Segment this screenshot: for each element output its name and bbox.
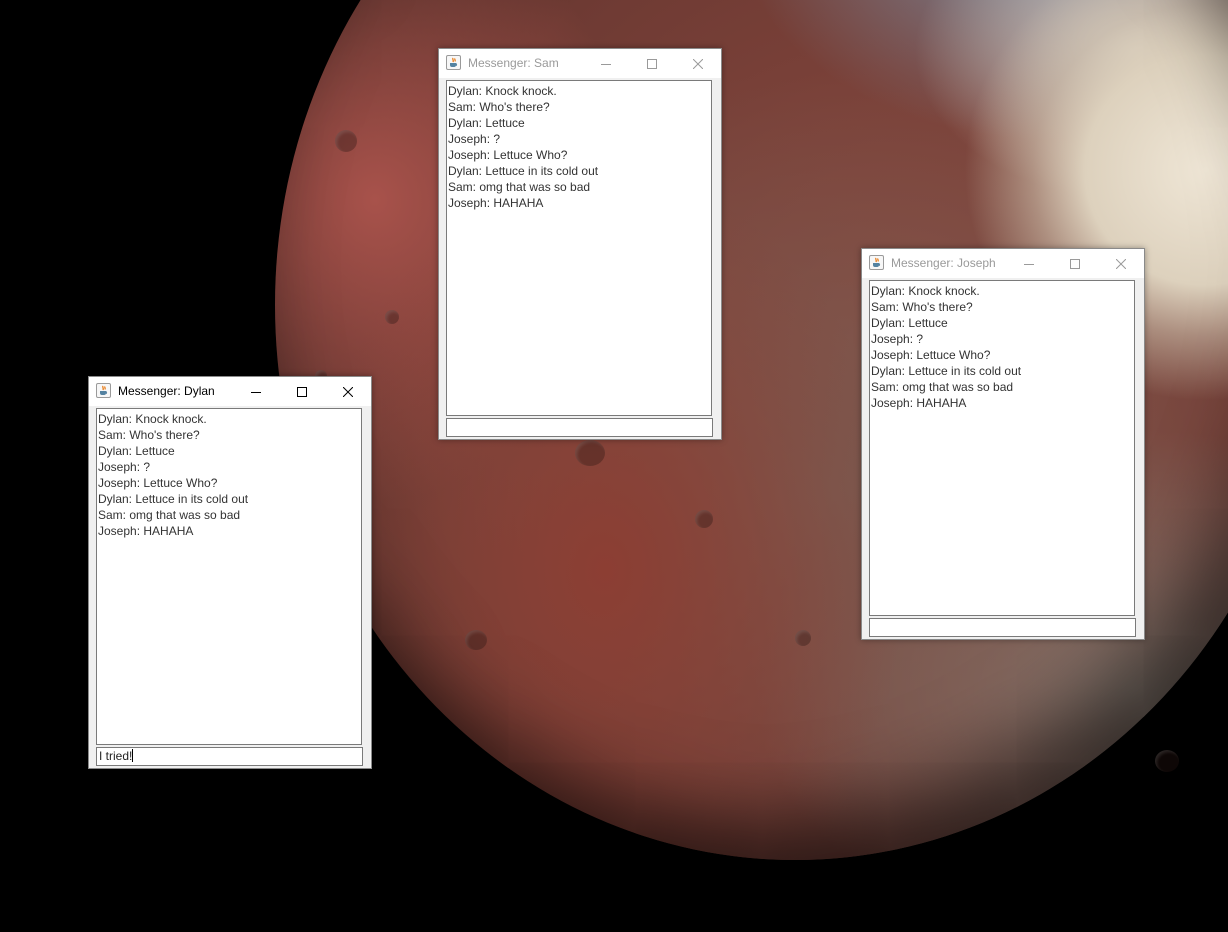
chat-message: Dylan: Lettuce in its cold out [98,492,249,506]
title-bar[interactable]: Messenger: Dylan [89,377,371,406]
minimize-button[interactable] [583,49,629,78]
minimize-icon [1024,263,1034,265]
window-title: Messenger: Dylan [118,384,215,398]
chat-message: Sam: omg that was so bad [871,380,1014,394]
window-title: Messenger: Joseph [891,256,996,270]
messenger-window-joseph[interactable]: Messenger: Joseph Dylan: Knock knock. Sa… [861,248,1145,640]
maximize-button[interactable] [279,377,325,406]
chat-message: Sam: omg that was so bad [448,180,591,194]
chat-message: Dylan: Knock knock. [98,412,207,426]
messenger-window-dylan[interactable]: Messenger: Dylan Dylan: Knock knock. Sam… [88,376,372,769]
maximize-button[interactable] [1052,249,1098,278]
message-input-value: I tried! [99,749,133,763]
chat-message: Joseph: ? [871,332,924,346]
message-input[interactable] [446,418,713,437]
minimize-icon [251,391,261,393]
chat-message: Joseph: Lettuce Who? [448,148,568,162]
chat-log[interactable]: Dylan: Knock knock. Sam: Who's there? Dy… [96,408,362,745]
close-icon [693,58,703,69]
chat-log[interactable]: Dylan: Knock knock. Sam: Who's there? Dy… [446,80,712,416]
window-title: Messenger: Sam [468,56,559,70]
minimize-icon [601,63,611,65]
message-input[interactable]: I tried! [96,747,363,766]
close-icon [1116,258,1126,269]
close-button[interactable] [325,377,371,406]
java-cup-icon[interactable] [96,383,111,398]
maximize-button[interactable] [629,49,675,78]
chat-message: Joseph: Lettuce Who? [871,348,991,362]
chat-message: Sam: Who's there? [98,428,200,442]
minimize-button[interactable] [1006,249,1052,278]
chat-message: Dylan: Knock knock. [448,84,557,98]
chat-message: Joseph: HAHAHA [448,196,544,210]
chat-message: Dylan: Lettuce [98,444,175,458]
text-caret [132,749,134,762]
close-button[interactable] [1098,249,1144,278]
chat-message: Sam: Who's there? [871,300,973,314]
maximize-icon [1070,258,1080,269]
chat-message: Dylan: Lettuce in its cold out [871,364,1022,378]
chat-message: Joseph: ? [98,460,151,474]
minimize-button[interactable] [233,377,279,406]
chat-log[interactable]: Dylan: Knock knock. Sam: Who's there? Dy… [869,280,1135,616]
chat-message: Joseph: HAHAHA [98,524,194,538]
chat-message: Dylan: Lettuce [871,316,948,330]
maximize-icon [297,386,307,397]
close-icon [343,386,353,397]
chat-message: Dylan: Knock knock. [871,284,980,298]
chat-message: Sam: omg that was so bad [98,508,241,522]
java-cup-icon[interactable] [869,255,884,270]
chat-message: Dylan: Lettuce in its cold out [448,164,599,178]
java-cup-icon[interactable] [446,55,461,70]
title-bar[interactable]: Messenger: Sam [439,49,721,78]
chat-message: Joseph: Lettuce Who? [98,476,218,490]
chat-message: Joseph: HAHAHA [871,396,967,410]
message-input[interactable] [869,618,1136,637]
close-button[interactable] [675,49,721,78]
chat-message: Sam: Who's there? [448,100,550,114]
title-bar[interactable]: Messenger: Joseph [862,249,1144,278]
chat-message: Dylan: Lettuce [448,116,525,130]
messenger-window-sam[interactable]: Messenger: Sam Dylan: Knock knock. Sam: … [438,48,722,440]
maximize-icon [647,58,657,69]
chat-message: Joseph: ? [448,132,501,146]
